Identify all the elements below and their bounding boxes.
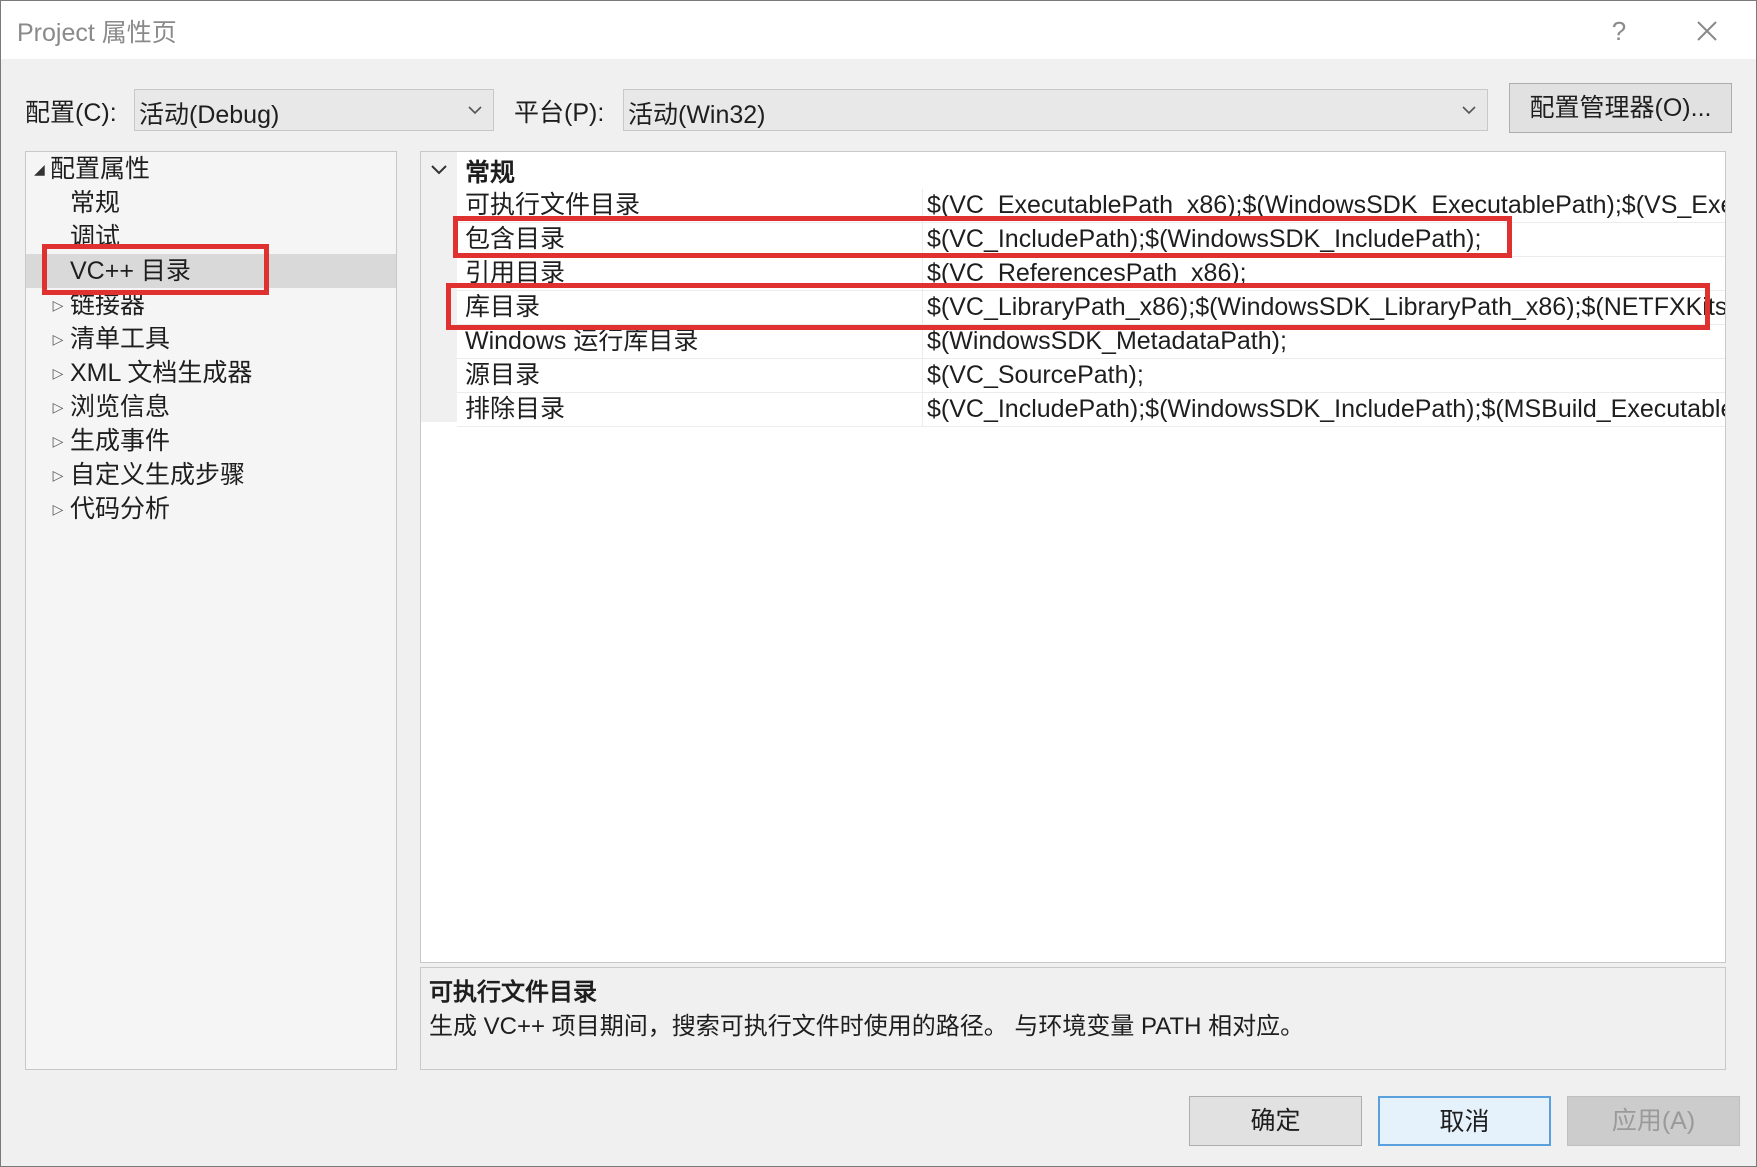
column-separator — [922, 223, 923, 256]
column-separator — [922, 393, 923, 426]
column-separator — [922, 325, 923, 358]
property-name: 引用目录 — [465, 259, 566, 287]
category-general[interactable]: 常规 — [465, 156, 515, 190]
tree-item-label: 清单工具 — [70, 325, 171, 353]
tree-item-label: 代码分析 — [70, 495, 171, 523]
column-separator — [922, 257, 923, 290]
tree-item-code-analysis[interactable]: ▷ 代码分析 — [53, 492, 171, 526]
property-row-exclude-dirs[interactable]: 排除目录 $(VC_IncludePath);$(WindowsSDK_Incl… — [457, 393, 1725, 427]
collapsed-triangle-icon[interactable]: ▷ — [50, 322, 66, 356]
property-value[interactable]: $(VC_IncludePath);$(WindowsSDK_IncludePa… — [927, 393, 1725, 426]
config-dropdown[interactable]: 活动(Debug) — [134, 89, 494, 131]
property-value[interactable]: $(VC_ReferencesPath_x86); — [927, 257, 1725, 290]
property-value[interactable]: $(WindowsSDK_MetadataPath); — [927, 325, 1725, 358]
tree-item-label: 浏览信息 — [70, 393, 171, 421]
tree-item-label: 自定义生成步骤 — [70, 461, 246, 489]
property-tree: ◢ 配置属性 常规 调试 VC++ 目录 ▷ 链接器 ▷ 清单工具 ▷ XML 文档生… — [25, 151, 397, 1070]
property-row-winrt-dirs[interactable]: Windows 运行库目录 $(WindowsSDK_MetadataPath)… — [457, 325, 1725, 359]
tree-item-general[interactable]: 常规 — [70, 186, 120, 220]
expanded-triangle-icon: ◢ — [34, 161, 45, 177]
property-name: 包含目录 — [465, 225, 566, 253]
property-row-include-dirs[interactable]: 包含目录 $(VC_IncludePath);$(WindowsSDK_Incl… — [457, 223, 1725, 257]
collapsed-triangle-icon[interactable]: ▷ — [50, 424, 66, 458]
close-button[interactable] — [1685, 11, 1729, 51]
tree-item-xml-doc-generator[interactable]: ▷ XML 文档生成器 — [53, 356, 253, 390]
tree-item-label: 链接器 — [70, 291, 146, 319]
property-name: 源目录 — [465, 361, 541, 389]
property-value[interactable]: $(VC_LibraryPath_x86);$(WindowsSDK_Libra… — [927, 291, 1725, 324]
grid-gutter — [421, 152, 457, 422]
property-row-executable-dirs[interactable]: 可执行文件目录 $(VC_ExecutablePath_x86);$(Windo… — [457, 189, 1725, 223]
tree-item-label: VC++ 目录 — [70, 257, 191, 285]
cancel-button[interactable]: 取消 — [1378, 1096, 1551, 1146]
category-collapse-chevron-icon[interactable] — [431, 164, 447, 176]
tree-item-manifest-tool[interactable]: ▷ 清单工具 — [53, 322, 171, 356]
collapsed-triangle-icon[interactable]: ▷ — [50, 492, 66, 526]
apply-button[interactable]: 应用(A) — [1567, 1096, 1740, 1146]
collapsed-triangle-icon[interactable]: ▷ — [50, 390, 66, 424]
tree-item-custom-build-step[interactable]: ▷ 自定义生成步骤 — [53, 458, 246, 492]
property-row-library-dirs[interactable]: 库目录 $(VC_LibraryPath_x86);$(WindowsSDK_L… — [457, 291, 1725, 325]
property-value[interactable]: $(VC_SourcePath); — [927, 359, 1725, 392]
config-dropdown-value: 活动(Debug) — [139, 101, 280, 129]
property-row-source-dirs[interactable]: 源目录 $(VC_SourcePath); — [457, 359, 1725, 393]
description-panel: 可执行文件目录 生成 VC++ 项目期间，搜索可执行文件时使用的路径。 与环境变… — [420, 967, 1726, 1070]
description-title: 可执行文件目录 — [429, 979, 597, 1006]
property-name: 排除目录 — [465, 395, 566, 423]
collapsed-triangle-icon[interactable]: ▷ — [50, 356, 66, 390]
column-separator — [922, 189, 923, 222]
tree-root-config-properties[interactable]: ◢ 配置属性 — [34, 152, 151, 186]
chevron-down-icon — [1462, 106, 1476, 115]
collapsed-triangle-icon[interactable]: ▷ — [50, 288, 66, 322]
description-text: 生成 VC++ 项目期间，搜索可执行文件时使用的路径。 与环境变量 PATH 相… — [429, 1013, 1305, 1040]
property-name: 可执行文件目录 — [465, 191, 641, 219]
property-name: Windows 运行库目录 — [465, 327, 699, 355]
property-value[interactable]: $(VC_IncludePath);$(WindowsSDK_IncludePa… — [927, 223, 1725, 256]
platform-dropdown[interactable]: 活动(Win32) — [623, 89, 1488, 131]
property-name: 库目录 — [465, 293, 541, 321]
help-button[interactable]: ? — [1599, 11, 1639, 51]
property-row-reference-dirs[interactable]: 引用目录 $(VC_ReferencesPath_x86); — [457, 257, 1725, 291]
chevron-down-icon — [468, 106, 482, 115]
tree-item-build-events[interactable]: ▷ 生成事件 — [53, 424, 171, 458]
title-bar: Project 属性页 ? — [1, 1, 1756, 59]
column-separator — [922, 291, 923, 324]
window-title: Project 属性页 — [17, 19, 177, 47]
help-icon: ? — [1611, 16, 1627, 46]
column-separator — [922, 359, 923, 392]
property-pages-window: Project 属性页 ? 配置(C): 活动(Debug) 平台(P): 活动… — [0, 0, 1757, 1167]
tree-item-vc-directories[interactable]: VC++ 目录 — [70, 254, 191, 288]
tree-item-browse-info[interactable]: ▷ 浏览信息 — [53, 390, 171, 424]
tree-root-label: 配置属性 — [50, 155, 151, 183]
collapsed-triangle-icon[interactable]: ▷ — [50, 458, 66, 492]
property-grid: 常规 可执行文件目录 $(VC_ExecutablePath_x86);$(Wi… — [420, 151, 1726, 963]
platform-label: 平台(P): — [514, 99, 605, 127]
ok-button[interactable]: 确定 — [1189, 1096, 1362, 1146]
tree-item-label: XML 文档生成器 — [70, 359, 253, 387]
tree-item-label: 常规 — [70, 189, 121, 217]
tree-item-linker[interactable]: ▷ 链接器 — [53, 288, 146, 322]
tree-item-debugging[interactable]: 调试 — [70, 220, 120, 254]
config-label: 配置(C): — [25, 99, 117, 127]
tree-item-label: 生成事件 — [70, 427, 171, 455]
tree-item-label: 调试 — [70, 223, 121, 251]
property-value[interactable]: $(VC_ExecutablePath_x86);$(WindowsSDK_Ex… — [927, 189, 1725, 222]
config-manager-button[interactable]: 配置管理器(O)... — [1509, 83, 1732, 133]
platform-dropdown-value: 活动(Win32) — [628, 101, 766, 129]
close-icon — [1697, 21, 1717, 41]
